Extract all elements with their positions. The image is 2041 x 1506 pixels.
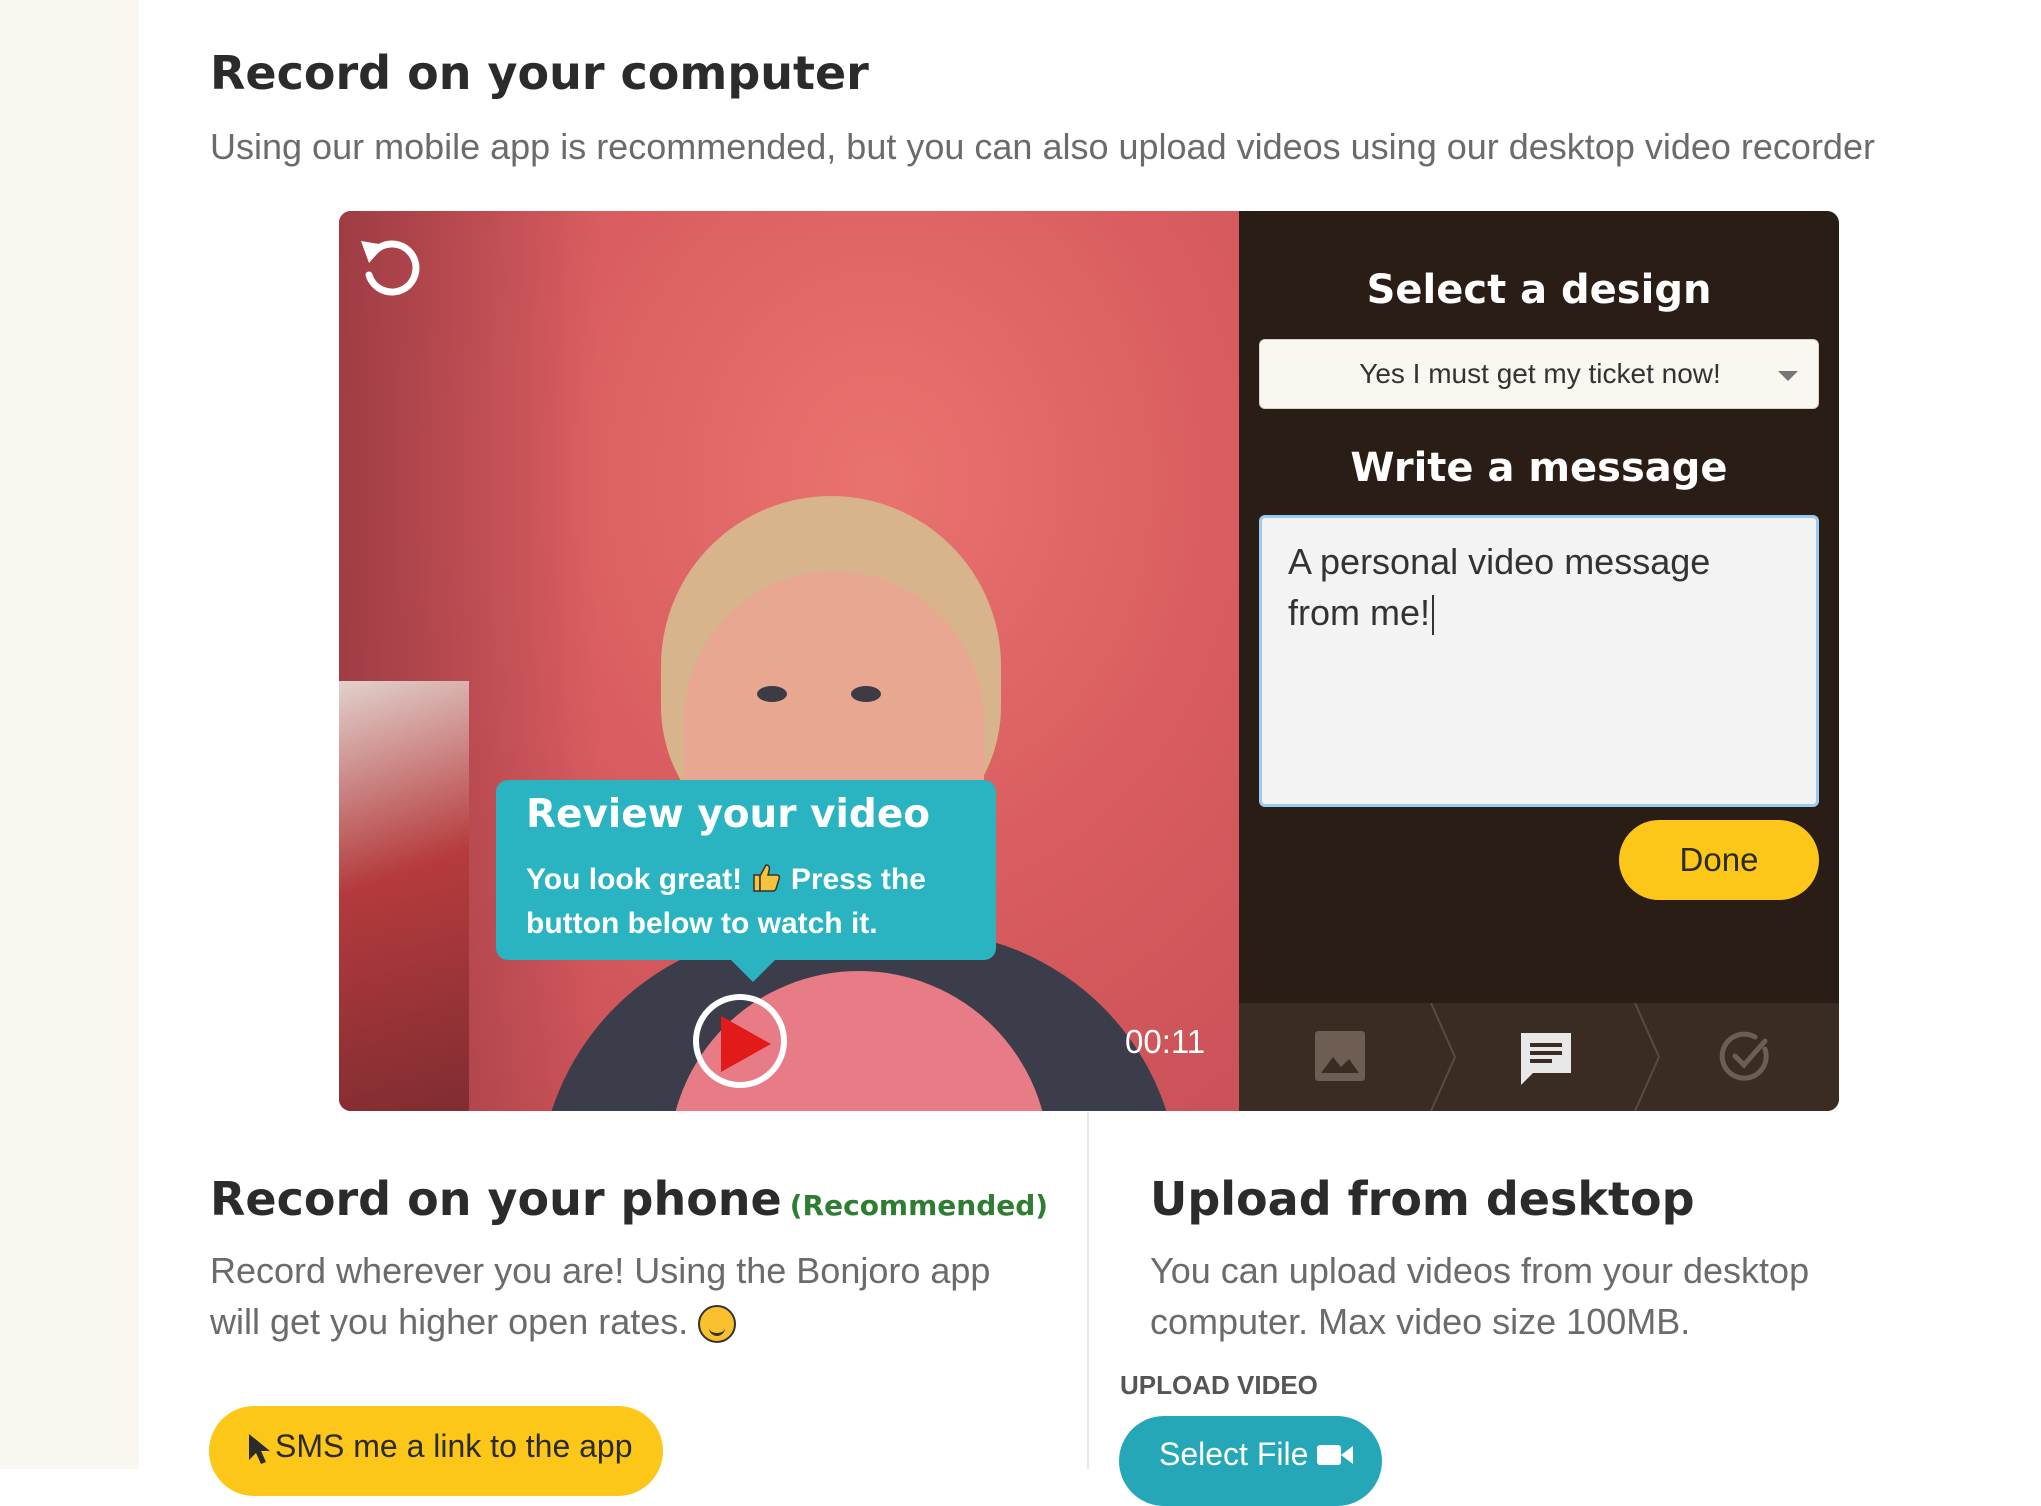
phone-title-text: Record on your phone bbox=[210, 1172, 782, 1226]
select-file-label: Select File bbox=[1159, 1436, 1309, 1472]
video-timer: 00:11 bbox=[1125, 1023, 1206, 1060]
review-video-tooltip: Review your video You look great! Press … bbox=[496, 780, 996, 982]
video-recorder: Review your video You look great! Press … bbox=[339, 211, 1839, 1111]
video-person-eye bbox=[851, 686, 881, 702]
section-subtitle-computer: Using our mobile app is recommended, but… bbox=[210, 126, 1875, 167]
select-design-title: Select a design bbox=[1366, 267, 1712, 313]
sms-link-button[interactable]: SMS me a link to the app bbox=[209, 1406, 663, 1496]
phone-description-text: Record wherever you are! Using the Bonjo… bbox=[210, 1250, 991, 1342]
step-divider-icon bbox=[1430, 1003, 1457, 1111]
section-title-phone: Record on your phone (Recommended) bbox=[210, 1172, 1048, 1226]
chevron-down-icon bbox=[1778, 371, 1798, 381]
left-margin-strip bbox=[0, 0, 139, 1469]
video-person-eye bbox=[757, 686, 787, 702]
sms-button-label: SMS me a link to the app bbox=[275, 1428, 633, 1464]
thumbs-up-icon bbox=[750, 864, 782, 895]
message-text: A personal video message from me! bbox=[1288, 541, 1711, 633]
wink-emoji-icon bbox=[698, 1305, 737, 1344]
design-select[interactable]: Yes I must get my ticket now! bbox=[1259, 339, 1819, 409]
upload-description: You can upload videos from your desktop … bbox=[1150, 1250, 1810, 1342]
design-select-value: Yes I must get my ticket now! bbox=[1359, 358, 1721, 389]
video-background-decor bbox=[339, 681, 469, 1111]
play-icon bbox=[721, 1016, 771, 1072]
section-divider bbox=[1087, 1112, 1089, 1469]
rerecord-icon[interactable] bbox=[355, 233, 425, 303]
video-camera-icon bbox=[1317, 1445, 1354, 1465]
video-preview[interactable]: Review your video You look great! Press … bbox=[339, 211, 1239, 1111]
section-title-upload: Upload from desktop bbox=[1150, 1172, 1695, 1226]
done-button[interactable]: Done bbox=[1619, 820, 1819, 900]
message-icon[interactable] bbox=[1517, 1029, 1575, 1094]
steps-bar bbox=[1239, 1003, 1839, 1111]
check-circle-icon[interactable] bbox=[1719, 1029, 1773, 1088]
review-text-start: You look great! bbox=[526, 863, 743, 896]
select-file-button[interactable]: Select File bbox=[1119, 1416, 1382, 1506]
text-cursor bbox=[1432, 595, 1435, 636]
section-title-computer: Record on your computer bbox=[210, 46, 869, 100]
message-textarea[interactable]: A personal video message from me! bbox=[1259, 515, 1819, 807]
upload-video-label: UPLOAD VIDEO bbox=[1120, 1370, 1318, 1400]
step-divider-icon bbox=[1634, 1003, 1661, 1111]
review-video-text: You look great! Press the button below t… bbox=[526, 858, 986, 946]
review-video-title: Review your video bbox=[526, 792, 931, 837]
cursor-icon bbox=[249, 1433, 270, 1464]
recommended-badge: (Recommended) bbox=[789, 1189, 1049, 1222]
phone-description: Record wherever you are! Using the Bonjo… bbox=[210, 1245, 1010, 1347]
image-icon[interactable] bbox=[1313, 1029, 1367, 1088]
write-message-title: Write a message bbox=[1350, 445, 1728, 491]
play-button[interactable] bbox=[693, 994, 787, 1088]
